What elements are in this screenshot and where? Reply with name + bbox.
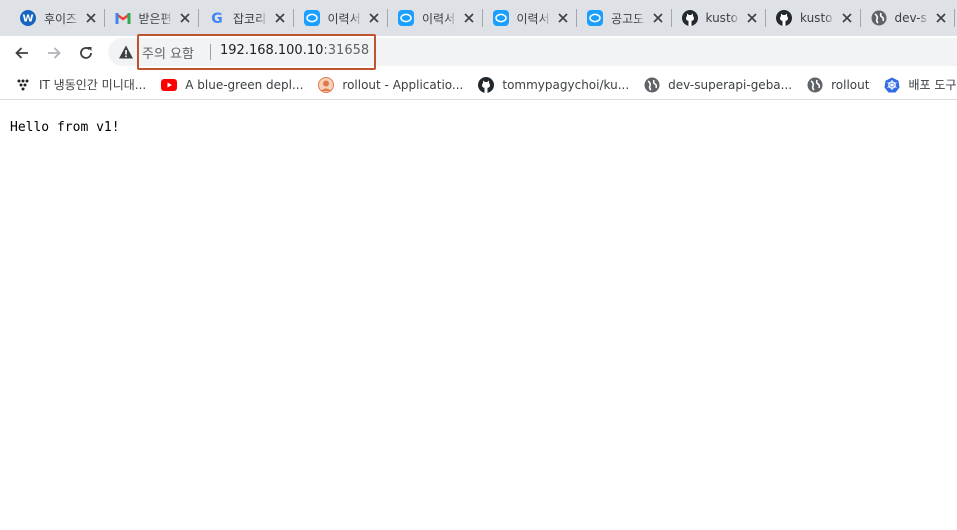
tab-title: 후이즈 xyxy=(44,11,78,26)
gmail-icon xyxy=(114,10,131,26)
close-icon[interactable] xyxy=(461,10,477,26)
tab-title: kusto xyxy=(705,11,738,25)
close-icon[interactable] xyxy=(555,10,571,26)
close-icon[interactable] xyxy=(744,10,760,26)
bookmark-label: IT 냉동인간 미니대... xyxy=(39,78,147,92)
github-icon xyxy=(478,76,495,93)
tab-title: dev-s xyxy=(894,11,927,25)
github-icon xyxy=(776,10,792,26)
tab-whois[interactable]: W 후이즈 xyxy=(10,0,105,36)
tab-dev-superapi[interactable]: dev-s xyxy=(861,0,956,36)
chat-icon xyxy=(492,10,509,26)
bookmark-label: dev-superapi-geba... xyxy=(668,77,793,92)
chat-icon xyxy=(303,10,320,26)
tab-resume-2[interactable]: 이력서 xyxy=(388,0,483,36)
warning-icon[interactable] xyxy=(118,44,134,60)
chat-icon xyxy=(398,10,414,26)
bookmark-label: rollout xyxy=(831,77,870,92)
arrow-right-icon xyxy=(48,47,61,59)
bookmark-item[interactable]: rollout - Applicatio... xyxy=(318,72,463,98)
close-icon[interactable] xyxy=(650,10,666,26)
reload-icon xyxy=(80,47,92,59)
tab-title: 받은편 xyxy=(138,11,172,26)
bookmark-item[interactable]: dev-superapi-geba... xyxy=(644,72,792,98)
tab-title: 이력서 xyxy=(422,11,456,26)
close-icon[interactable] xyxy=(933,10,949,26)
tab-title: 잡코리 xyxy=(233,11,267,26)
bookmark-item[interactable]: tommypagychoi/ku... xyxy=(478,72,629,98)
close-icon[interactable] xyxy=(272,10,288,26)
tab-title: 공고도 xyxy=(611,11,645,26)
tab-strip: W 후이즈 받은편 G 잡코리 이력서 이력서 이력서 공고도 kusto ku… xyxy=(0,0,957,36)
avatar-icon xyxy=(318,76,335,93)
close-icon[interactable] xyxy=(83,10,99,26)
bookmark-label: 배포 도구로 쿠 xyxy=(908,78,957,92)
tab-title: 이력서 xyxy=(516,11,550,26)
page-body-text: Hello from v1! xyxy=(10,120,120,135)
bookmark-label: rollout - Applicatio... xyxy=(342,77,464,92)
close-icon[interactable] xyxy=(177,10,193,26)
tab-jobkorea[interactable]: G 잡코리 xyxy=(199,0,294,36)
kubernetes-icon xyxy=(884,77,900,93)
bookmarks-bar: IT 냉동인간 미니대... A blue-green depl... roll… xyxy=(0,70,957,100)
tab-resume-1[interactable]: 이력서 xyxy=(294,0,389,36)
tab-kustomize-1[interactable]: kusto xyxy=(672,0,767,36)
close-icon[interactable] xyxy=(839,10,855,26)
dots-icon xyxy=(15,77,31,93)
tab-job-posting[interactable]: 공고도 xyxy=(577,0,672,36)
tab-resume-3[interactable]: 이력서 xyxy=(483,0,578,36)
bookmark-item[interactable]: IT 냉동인간 미니대... xyxy=(15,72,146,98)
svg-text:G: G xyxy=(211,11,223,26)
tab-title: kusto xyxy=(800,11,833,25)
chat-icon xyxy=(587,10,603,26)
reload-button[interactable] xyxy=(72,39,100,67)
bookmark-item[interactable]: rollout xyxy=(807,72,869,98)
tab-gmail[interactable]: 받은편 xyxy=(105,0,200,36)
tab-kustomize-2[interactable]: kusto xyxy=(766,0,861,36)
globe-icon xyxy=(871,10,887,26)
google-icon: G xyxy=(209,10,225,26)
bookmark-item[interactable]: 배포 도구로 쿠 xyxy=(884,72,957,98)
tab-title: 이력서 xyxy=(327,11,361,26)
w-icon: W xyxy=(20,10,36,26)
forward-button[interactable] xyxy=(40,39,68,67)
bookmark-label: tommypagychoi/ku... xyxy=(502,77,630,92)
globe-icon xyxy=(644,77,660,93)
url-highlight-box xyxy=(137,34,376,70)
github-icon xyxy=(681,10,698,26)
svg-text:W: W xyxy=(22,14,33,25)
arrow-left-icon xyxy=(15,47,28,59)
bookmark-item[interactable]: A blue-green depl... xyxy=(161,72,303,98)
globe-icon xyxy=(807,77,823,93)
close-icon[interactable] xyxy=(366,10,382,26)
bookmark-label: A blue-green depl... xyxy=(185,77,304,92)
youtube-icon xyxy=(161,77,178,93)
back-button[interactable] xyxy=(8,39,36,67)
